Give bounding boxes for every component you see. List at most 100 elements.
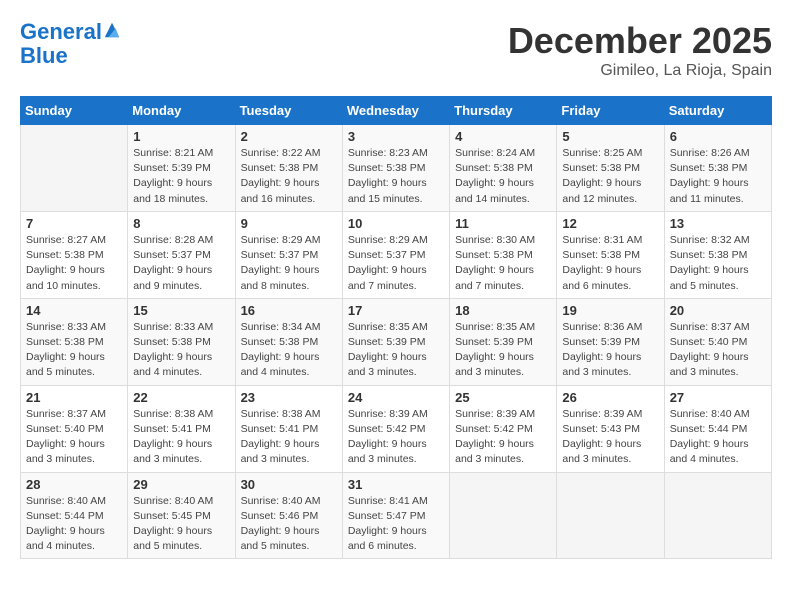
day-number: 5: [562, 129, 658, 144]
day-number: 17: [348, 303, 444, 318]
day-info: Sunrise: 8:21 AMSunset: 5:39 PMDaylight:…: [133, 146, 229, 207]
calendar-cell: 29 Sunrise: 8:40 AMSunset: 5:45 PMDayligh…: [128, 472, 235, 559]
day-info: Sunrise: 8:38 AMSunset: 5:41 PMDaylight:…: [133, 407, 229, 468]
calendar-cell: 7 Sunrise: 8:27 AMSunset: 5:38 PMDaylight…: [21, 211, 128, 298]
calendar-cell: 11Sunrise: 8:30 AMSunset: 5:38 PMDayligh…: [450, 211, 557, 298]
day-number: 22: [133, 390, 229, 405]
day-number: 23: [241, 390, 337, 405]
calendar-cell: 20Sunrise: 8:37 AMSunset: 5:40 PMDayligh…: [664, 298, 771, 385]
day-number: 19: [562, 303, 658, 318]
calendar-cell: 16 Sunrise: 8:34 AMSunset: 5:38 PMDayligh…: [235, 298, 342, 385]
calendar-cell: 31Sunrise: 8:41 AMSunset: 5:47 PMDayligh…: [342, 472, 449, 559]
weekday-header-row: SundayMondayTuesdayWednesdayThursdayFrid…: [21, 97, 772, 125]
day-number: 26: [562, 390, 658, 405]
day-number: 21: [26, 390, 122, 405]
calendar-cell: 30 Sunrise: 8:40 AMSunset: 5:46 PMDayligh…: [235, 472, 342, 559]
day-number: 13: [670, 216, 766, 231]
day-info: Sunrise: 8:22 AMSunset: 5:38 PMDaylight:…: [241, 146, 337, 207]
weekday-header-wednesday: Wednesday: [342, 97, 449, 125]
calendar-cell: 9 Sunrise: 8:29 AMSunset: 5:37 PMDaylight…: [235, 211, 342, 298]
calendar-cell: 8 Sunrise: 8:28 AMSunset: 5:37 PMDaylight…: [128, 211, 235, 298]
day-info: Sunrise: 8:34 AMSunset: 5:38 PMDaylight:…: [241, 320, 337, 381]
calendar-cell: 4Sunrise: 8:24 AMSunset: 5:38 PMDaylight…: [450, 125, 557, 212]
calendar-week-3: 14Sunrise: 8:33 AMSunset: 5:38 PMDayligh…: [21, 298, 772, 385]
weekday-header-saturday: Saturday: [664, 97, 771, 125]
calendar-cell: [450, 472, 557, 559]
day-info: Sunrise: 8:37 AMSunset: 5:40 PMDaylight:…: [670, 320, 766, 381]
day-number: 31: [348, 477, 444, 492]
calendar-cell: 12 Sunrise: 8:31 AMSunset: 5:38 PMDayligh…: [557, 211, 664, 298]
day-number: 10: [348, 216, 444, 231]
day-info: Sunrise: 8:33 AMSunset: 5:38 PMDaylight:…: [133, 320, 229, 381]
calendar-cell: 14Sunrise: 8:33 AMSunset: 5:38 PMDayligh…: [21, 298, 128, 385]
day-info: Sunrise: 8:39 AMSunset: 5:42 PMDaylight:…: [455, 407, 551, 468]
day-number: 29: [133, 477, 229, 492]
day-info: Sunrise: 8:29 AMSunset: 5:37 PMDaylight:…: [241, 233, 337, 294]
day-info: Sunrise: 8:40 AMSunset: 5:44 PMDaylight:…: [26, 494, 122, 555]
day-number: 25: [455, 390, 551, 405]
calendar-cell: 22 Sunrise: 8:38 AMSunset: 5:41 PMDayligh…: [128, 385, 235, 472]
calendar-cell: 5 Sunrise: 8:25 AMSunset: 5:38 PMDaylight…: [557, 125, 664, 212]
day-number: 12: [562, 216, 658, 231]
day-number: 8: [133, 216, 229, 231]
day-number: 15: [133, 303, 229, 318]
day-info: Sunrise: 8:37 AMSunset: 5:40 PMDaylight:…: [26, 407, 122, 468]
calendar-week-4: 21 Sunrise: 8:37 AMSunset: 5:40 PMDayligh…: [21, 385, 772, 472]
day-number: 9: [241, 216, 337, 231]
calendar-cell: 23 Sunrise: 8:38 AMSunset: 5:41 PMDayligh…: [235, 385, 342, 472]
page-header: General Blue December 2025 Gimileo, La R…: [20, 20, 772, 80]
location-title: Gimileo, La Rioja, Spain: [508, 62, 772, 80]
day-info: Sunrise: 8:26 AMSunset: 5:38 PMDaylight:…: [670, 146, 766, 207]
day-number: 1: [133, 129, 229, 144]
day-info: Sunrise: 8:28 AMSunset: 5:37 PMDaylight:…: [133, 233, 229, 294]
weekday-header-monday: Monday: [128, 97, 235, 125]
calendar-cell: 18Sunrise: 8:35 AMSunset: 5:39 PMDayligh…: [450, 298, 557, 385]
calendar-cell: 26 Sunrise: 8:39 AMSunset: 5:43 PMDayligh…: [557, 385, 664, 472]
day-info: Sunrise: 8:24 AMSunset: 5:38 PMDaylight:…: [455, 146, 551, 207]
calendar-week-2: 7 Sunrise: 8:27 AMSunset: 5:38 PMDaylight…: [21, 211, 772, 298]
calendar-cell: 21 Sunrise: 8:37 AMSunset: 5:40 PMDayligh…: [21, 385, 128, 472]
logo-text: General Blue: [20, 20, 121, 68]
calendar-cell: 28 Sunrise: 8:40 AMSunset: 5:44 PMDayligh…: [21, 472, 128, 559]
calendar-cell: 24Sunrise: 8:39 AMSunset: 5:42 PMDayligh…: [342, 385, 449, 472]
day-info: Sunrise: 8:40 AMSunset: 5:44 PMDaylight:…: [670, 407, 766, 468]
calendar-cell: 19 Sunrise: 8:36 AMSunset: 5:39 PMDayligh…: [557, 298, 664, 385]
day-info: Sunrise: 8:23 AMSunset: 5:38 PMDaylight:…: [348, 146, 444, 207]
day-info: Sunrise: 8:40 AMSunset: 5:46 PMDaylight:…: [241, 494, 337, 555]
day-number: 3: [348, 129, 444, 144]
month-title: December 2025: [508, 20, 772, 62]
calendar-cell: 3 Sunrise: 8:23 AMSunset: 5:38 PMDaylight…: [342, 125, 449, 212]
day-info: Sunrise: 8:38 AMSunset: 5:41 PMDaylight:…: [241, 407, 337, 468]
logo-icon: [103, 21, 121, 39]
day-number: 18: [455, 303, 551, 318]
day-number: 6: [670, 129, 766, 144]
calendar-week-5: 28 Sunrise: 8:40 AMSunset: 5:44 PMDayligh…: [21, 472, 772, 559]
day-info: Sunrise: 8:39 AMSunset: 5:43 PMDaylight:…: [562, 407, 658, 468]
calendar-cell: 17Sunrise: 8:35 AMSunset: 5:39 PMDayligh…: [342, 298, 449, 385]
calendar-cell: [557, 472, 664, 559]
weekday-header-tuesday: Tuesday: [235, 97, 342, 125]
day-info: Sunrise: 8:36 AMSunset: 5:39 PMDaylight:…: [562, 320, 658, 381]
day-number: 16: [241, 303, 337, 318]
weekday-header-sunday: Sunday: [21, 97, 128, 125]
calendar-table: SundayMondayTuesdayWednesdayThursdayFrid…: [20, 96, 772, 559]
day-number: 7: [26, 216, 122, 231]
day-info: Sunrise: 8:29 AMSunset: 5:37 PMDaylight:…: [348, 233, 444, 294]
calendar-cell: 27 Sunrise: 8:40 AMSunset: 5:44 PMDayligh…: [664, 385, 771, 472]
logo: General Blue: [20, 20, 121, 68]
day-info: Sunrise: 8:27 AMSunset: 5:38 PMDaylight:…: [26, 233, 122, 294]
calendar-cell: 1 Sunrise: 8:21 AMSunset: 5:39 PMDaylight…: [128, 125, 235, 212]
day-info: Sunrise: 8:31 AMSunset: 5:38 PMDaylight:…: [562, 233, 658, 294]
logo-general: General: [20, 19, 102, 44]
day-number: 24: [348, 390, 444, 405]
calendar-cell: [21, 125, 128, 212]
day-number: 30: [241, 477, 337, 492]
calendar-cell: 6 Sunrise: 8:26 AMSunset: 5:38 PMDaylight…: [664, 125, 771, 212]
calendar-cell: 2Sunrise: 8:22 AMSunset: 5:38 PMDaylight…: [235, 125, 342, 212]
day-number: 28: [26, 477, 122, 492]
calendar-cell: [664, 472, 771, 559]
day-info: Sunrise: 8:25 AMSunset: 5:38 PMDaylight:…: [562, 146, 658, 207]
day-info: Sunrise: 8:40 AMSunset: 5:45 PMDaylight:…: [133, 494, 229, 555]
calendar-cell: 13Sunrise: 8:32 AMSunset: 5:38 PMDayligh…: [664, 211, 771, 298]
day-number: 27: [670, 390, 766, 405]
